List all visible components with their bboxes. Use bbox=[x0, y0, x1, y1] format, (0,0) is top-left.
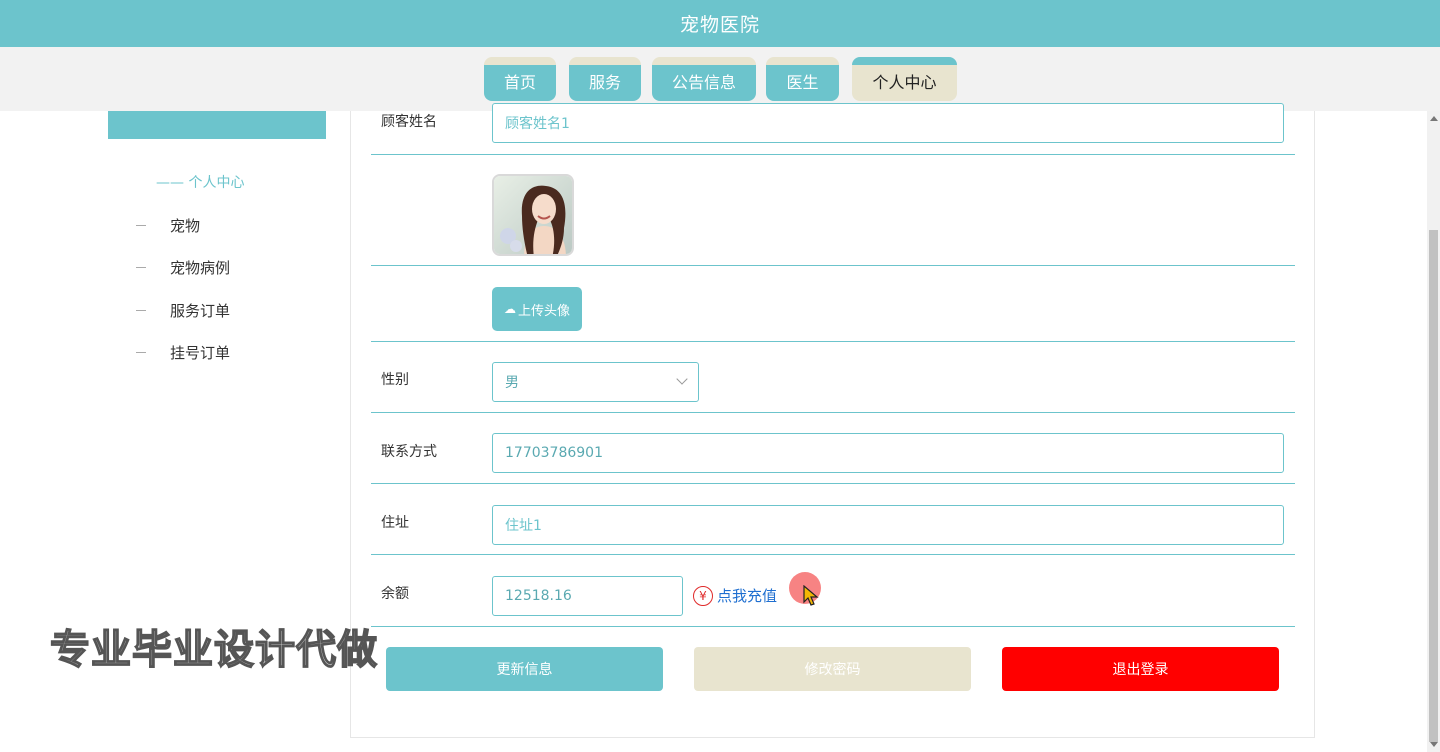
address-input[interactable]: 住址1 bbox=[492, 505, 1284, 545]
balance-label: 余额 bbox=[381, 586, 409, 602]
nav-tab-home[interactable]: 首页 bbox=[484, 57, 556, 101]
cloud-upload-icon: ☁ bbox=[503, 302, 516, 316]
nav-tab-announcements[interactable]: 公告信息 bbox=[652, 57, 756, 101]
dash-icon bbox=[136, 310, 146, 311]
dash-icon bbox=[136, 225, 146, 226]
sidebar-item-pet-cases[interactable]: 宠物病例 bbox=[136, 257, 230, 278]
sidebar-item-label: 服务订单 bbox=[170, 302, 231, 320]
nav-tab-doctors[interactable]: 医生 bbox=[766, 57, 839, 101]
gender-select[interactable]: 男 bbox=[492, 362, 699, 402]
dash-icon bbox=[136, 267, 146, 268]
upload-avatar-button[interactable]: ☁ 上传头像 bbox=[492, 287, 582, 331]
sidebar-item-label: 宠物 bbox=[170, 217, 201, 235]
sidebar-item-service-orders[interactable]: 服务订单 bbox=[136, 300, 230, 321]
balance-input: 12518.16 bbox=[492, 576, 683, 616]
change-password-button[interactable]: 修改密码 bbox=[694, 647, 971, 691]
site-title: 宠物医院 bbox=[679, 14, 760, 36]
mouse-cursor-icon bbox=[803, 585, 819, 606]
phone-label: 联系方式 bbox=[381, 444, 437, 460]
nav-tab-services[interactable]: 服务 bbox=[569, 57, 641, 101]
nav-bar: 首页 服务 公告信息 医生 个人中心 bbox=[0, 47, 1440, 111]
gender-label: 性别 bbox=[381, 372, 409, 388]
upload-avatar-label: 上传头像 bbox=[517, 303, 570, 319]
nav-tab-personal-center[interactable]: 个人中心 bbox=[852, 57, 957, 101]
sidebar-item-label: 宠物病例 bbox=[170, 259, 231, 277]
page-scrollbar[interactable] bbox=[1427, 111, 1440, 752]
sidebar-item-registration-orders[interactable]: 挂号订单 bbox=[136, 342, 230, 363]
sidebar-header-block bbox=[108, 111, 326, 139]
profile-form-card: 顾客姓名 顾客姓名1 ☁ 上传头像 性别 男 联系方式 17703786901 … bbox=[350, 103, 1315, 738]
phone-input[interactable]: 17703786901 bbox=[492, 433, 1284, 473]
scroll-up-icon[interactable] bbox=[1430, 116, 1438, 121]
chevron-down-icon bbox=[676, 373, 688, 385]
form-row-name: 顾客姓名 顾客姓名1 bbox=[371, 103, 1295, 155]
watermark-text: 专业毕业设计代做 bbox=[49, 626, 378, 674]
dash-icon bbox=[136, 352, 146, 353]
name-input[interactable]: 顾客姓名1 bbox=[492, 103, 1284, 143]
sidebar-item-pets[interactable]: 宠物 bbox=[136, 215, 200, 236]
address-label: 住址 bbox=[381, 515, 409, 531]
recharge-link[interactable]: ¥ 点我充值 bbox=[693, 585, 777, 606]
yen-icon: ¥ bbox=[693, 585, 713, 606]
scroll-down-icon[interactable] bbox=[1430, 742, 1438, 747]
scrollbar-thumb[interactable] bbox=[1429, 230, 1438, 742]
sidebar-item-label: 挂号订单 bbox=[170, 344, 231, 362]
app-header: 宠物医院 bbox=[0, 0, 1440, 47]
logout-button[interactable]: 退出登录 bbox=[1002, 647, 1279, 691]
update-info-button[interactable]: 更新信息 bbox=[386, 647, 663, 691]
avatar-image bbox=[494, 176, 572, 254]
avatar bbox=[492, 174, 574, 256]
name-label: 顾客姓名 bbox=[381, 114, 437, 130]
recharge-label: 点我充值 bbox=[717, 587, 778, 605]
sidebar-title: —— 个人中心 bbox=[156, 175, 245, 191]
gender-value: 男 bbox=[505, 375, 519, 391]
